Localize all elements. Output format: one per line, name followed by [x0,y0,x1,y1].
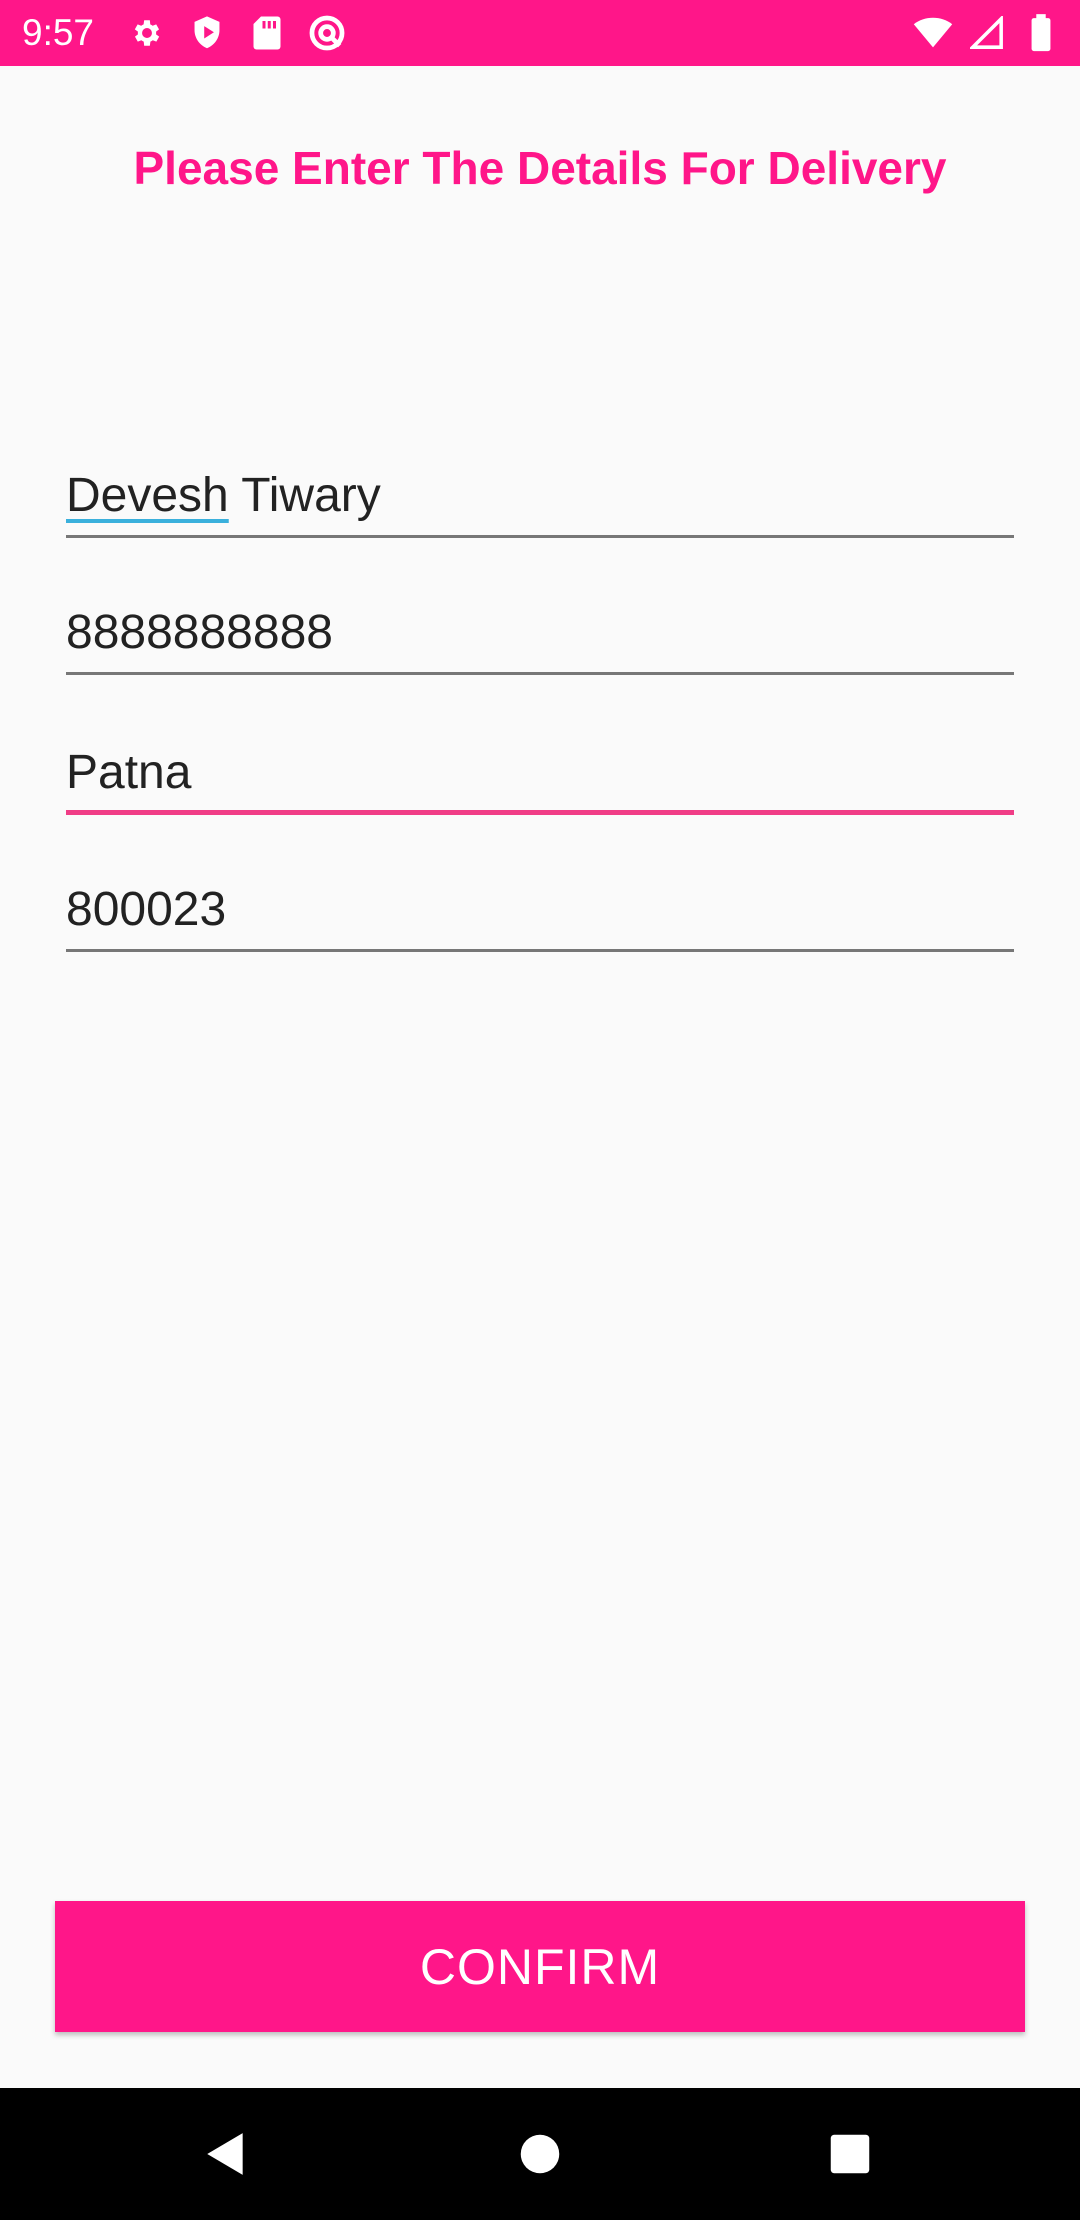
name-first-word: Devesh [66,469,229,522]
status-icons-right [912,13,1062,53]
home-icon [520,2134,560,2174]
at-sign-icon [306,13,348,53]
cell-signal-icon [966,13,1008,53]
battery-icon [1020,13,1062,53]
navigation-bar [0,2088,1080,2220]
city-field[interactable]: Patna [66,743,1014,815]
name-rest: Tiwary [228,469,381,522]
recents-icon [830,2134,870,2174]
gear-icon [126,13,168,53]
pincode-underline [66,949,1014,952]
pincode-field[interactable]: 800023 [66,880,1014,952]
recents-button[interactable] [812,2116,888,2192]
phone-underline [66,672,1014,675]
back-icon [207,2133,243,2175]
phone-field[interactable]: 8888888888 [66,603,1014,675]
back-button[interactable] [188,2116,264,2192]
screen: 9:57 Please Enter The Details For Delive… [0,0,1080,2220]
sd-card-icon [246,13,288,53]
pincode-value: 800023 [66,883,227,936]
status-icons-left [126,13,348,53]
name-value: Devesh Tiwary [66,466,381,526]
shield-play-icon [186,13,228,53]
name-underline [66,535,1014,538]
status-time: 9:57 [22,12,95,53]
wifi-icon [912,13,954,53]
home-button[interactable] [502,2116,578,2192]
status-bar: 9:57 [0,0,1080,66]
name-field[interactable]: Devesh Tiwary [66,466,1014,538]
page-title: Please Enter The Details For Delivery [133,142,947,194]
city-underline [66,810,1014,815]
confirm-button[interactable]: CONFIRM [55,1901,1025,2032]
phone-value: 8888888888 [66,606,333,659]
city-value: Patna [66,746,192,799]
